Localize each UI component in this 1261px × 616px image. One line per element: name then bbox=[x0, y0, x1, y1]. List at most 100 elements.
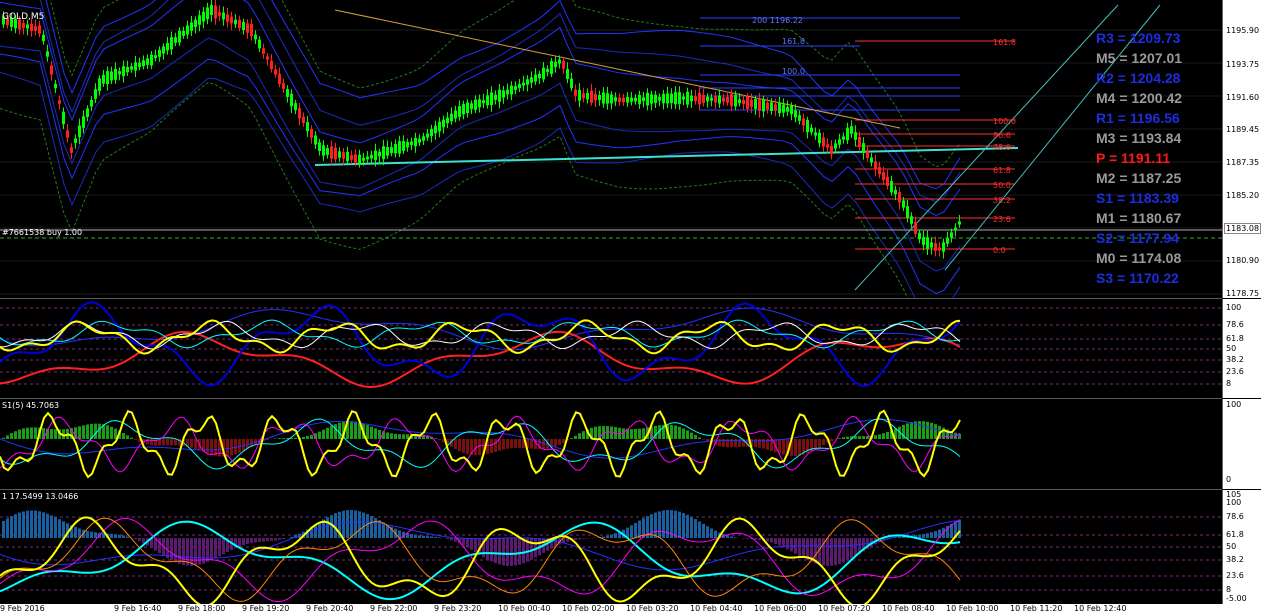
oscillator-panel-2[interactable]: S1(5) 45.7063 bbox=[0, 399, 1222, 490]
candle-body bbox=[846, 127, 849, 141]
histogram-bar bbox=[926, 421, 929, 439]
candle-body bbox=[354, 154, 357, 163]
candle-body bbox=[38, 25, 41, 34]
histogram-bar bbox=[210, 439, 213, 455]
candle-body bbox=[226, 14, 229, 22]
histogram-bar bbox=[582, 538, 585, 539]
candle-body bbox=[950, 232, 953, 238]
price-axis-tick: 1195.90 bbox=[1226, 26, 1260, 35]
candle-body bbox=[818, 132, 821, 144]
price-axis-tick: 1191.60 bbox=[1226, 93, 1260, 102]
time-axis-tick: 10 Feb 07:20 bbox=[818, 604, 871, 613]
price-chart-panel[interactable]: GOLD,M5 #7661538 buy 1.00 200 1196.22 16… bbox=[0, 0, 1222, 299]
histogram-bar bbox=[594, 426, 597, 439]
time-axis[interactable]: 9 Feb 2016 9 Feb 16:40 9 Feb 18:00 9 Feb 19… bbox=[0, 604, 1261, 616]
candle-body bbox=[238, 19, 241, 29]
oscillator-2-canvas[interactable] bbox=[0, 399, 1222, 489]
candle-body bbox=[178, 30, 181, 43]
oscillator-2-axis[interactable]: 100 0 bbox=[1222, 399, 1261, 489]
histogram-bar bbox=[446, 538, 449, 540]
time-axis-tick: 10 Feb 04:40 bbox=[690, 604, 743, 613]
oscillator-panel-3[interactable]: 1 17.5499 13.0466 bbox=[0, 490, 1222, 605]
pivot-level-label: S2 = 1177.94 bbox=[1096, 230, 1179, 246]
time-axis-tick: 9 Feb 22:00 bbox=[370, 604, 418, 613]
time-axis-tick: 10 Feb 02:00 bbox=[562, 604, 615, 613]
candle-body bbox=[274, 69, 277, 75]
histogram-bar bbox=[226, 439, 229, 457]
oscillator-1-axis[interactable]: 100 78.6 61.8 50 38.2 23.6 8 bbox=[1222, 299, 1261, 398]
candle-body bbox=[682, 96, 685, 100]
histogram-bar bbox=[818, 439, 821, 448]
candle-body bbox=[418, 138, 421, 143]
candle-body bbox=[946, 238, 949, 244]
histogram-bar bbox=[634, 429, 637, 439]
candle-body bbox=[118, 71, 121, 75]
histogram-bar bbox=[790, 538, 793, 552]
candle-body bbox=[714, 96, 717, 103]
histogram-bar bbox=[838, 438, 841, 439]
time-axis-tick: 9 Feb 2016 bbox=[0, 604, 45, 613]
histogram-bar bbox=[126, 435, 129, 439]
osc3-label: 1 17.5499 13.0466 bbox=[2, 492, 79, 501]
histogram-bar bbox=[178, 538, 181, 564]
oscillator-panel-1[interactable] bbox=[0, 299, 1222, 399]
histogram-bar bbox=[726, 535, 729, 538]
histogram-bar bbox=[214, 538, 217, 559]
histogram-bar bbox=[490, 538, 493, 562]
candle-body bbox=[506, 89, 509, 95]
histogram-bar bbox=[130, 437, 133, 439]
histogram-bar bbox=[118, 534, 121, 538]
candle-body bbox=[458, 106, 461, 117]
candle-body bbox=[130, 66, 133, 70]
candle-body bbox=[930, 242, 933, 248]
histogram-bar bbox=[602, 536, 605, 538]
candle-body bbox=[446, 117, 449, 124]
price-chart-canvas[interactable] bbox=[0, 0, 1222, 298]
histogram-bar bbox=[426, 536, 429, 538]
histogram-bar bbox=[366, 425, 369, 439]
price-axis[interactable]: 1195.90 1193.75 1191.60 1189.45 1187.35 … bbox=[1222, 0, 1261, 298]
histogram-bar bbox=[690, 516, 693, 538]
candle-body bbox=[762, 99, 765, 112]
candle-body bbox=[822, 137, 825, 147]
histogram-bar bbox=[86, 530, 89, 538]
histogram-bar bbox=[170, 439, 173, 446]
candle-body bbox=[326, 148, 329, 155]
candle-body bbox=[462, 104, 465, 115]
candle-body bbox=[434, 125, 437, 134]
histogram-bar bbox=[822, 439, 825, 446]
candle-body bbox=[66, 130, 69, 138]
histogram-bar bbox=[274, 538, 277, 541]
oscillator-1-canvas[interactable] bbox=[0, 299, 1222, 398]
histogram-bar bbox=[734, 537, 737, 538]
osc2-axis-tick: 0 bbox=[1226, 475, 1232, 484]
candle-body bbox=[774, 104, 777, 111]
histogram-bar bbox=[622, 428, 625, 439]
histogram-bar bbox=[370, 426, 373, 439]
candle-body bbox=[650, 94, 653, 104]
candle-body bbox=[562, 60, 565, 69]
histogram-bar bbox=[18, 429, 21, 439]
histogram-bar bbox=[678, 511, 681, 538]
osc1-axis-tick: 8 bbox=[1226, 379, 1232, 388]
candle-body bbox=[78, 125, 81, 138]
histogram-bar bbox=[518, 538, 521, 565]
histogram-bar bbox=[554, 439, 557, 447]
pivot-level-label: M2 = 1187.25 bbox=[1096, 170, 1182, 186]
candle-body bbox=[70, 147, 73, 153]
candle-body bbox=[110, 71, 113, 81]
histogram-bar bbox=[294, 437, 297, 439]
oscillator-3-axis[interactable]: 105 100 78.6 61.8 50 38.2 23.6 8 -5.00 bbox=[1222, 490, 1261, 604]
trading-terminal-chart[interactable]: GOLD,M5 #7661538 buy 1.00 200 1196.22 16… bbox=[0, 0, 1261, 616]
candle-body bbox=[866, 149, 869, 159]
histogram-bar bbox=[614, 533, 617, 538]
histogram-bar bbox=[698, 437, 701, 439]
histogram-bar bbox=[462, 439, 465, 453]
oscillator-3-canvas[interactable] bbox=[0, 490, 1222, 604]
histogram-bar bbox=[506, 439, 509, 449]
histogram-bar bbox=[2, 520, 5, 538]
candle-body bbox=[870, 157, 873, 163]
histogram-bar bbox=[850, 538, 853, 559]
histogram-bar bbox=[830, 538, 833, 566]
candle-body bbox=[566, 69, 569, 79]
